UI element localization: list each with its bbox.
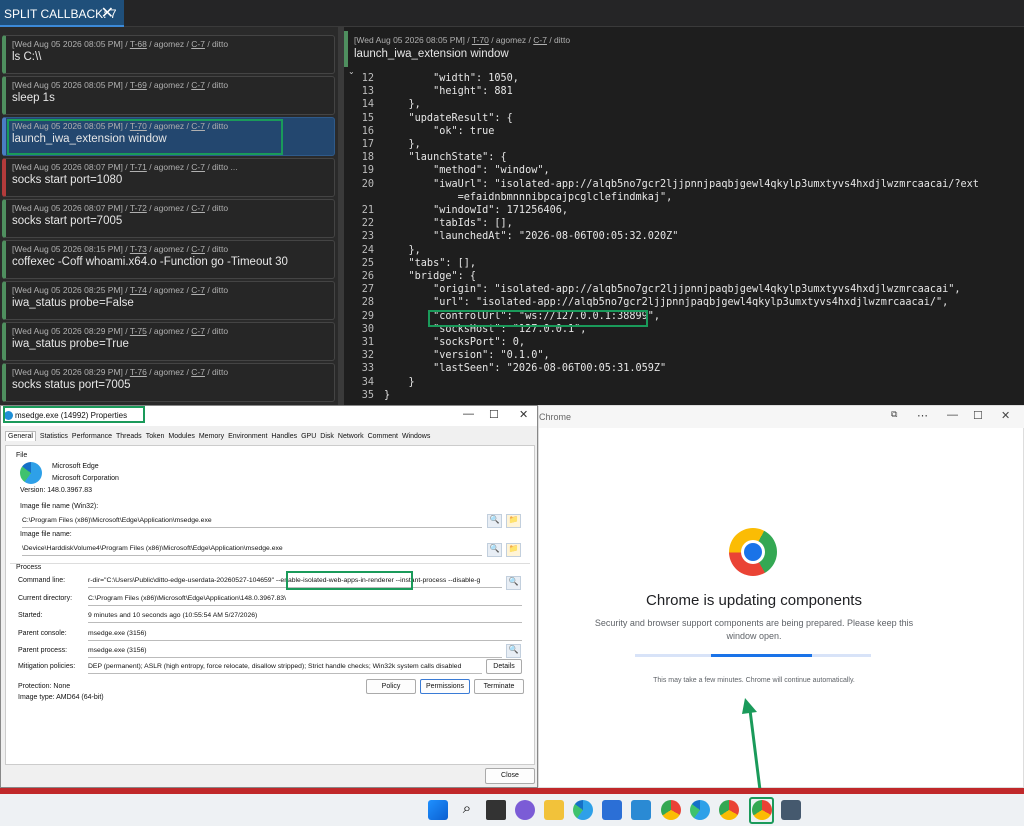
chrome-icon[interactable] [719,800,739,820]
vscode-icon[interactable] [631,800,651,820]
chrome-icon[interactable] [661,800,681,820]
store-icon[interactable] [602,800,622,820]
file-explorer-icon[interactable] [544,800,564,820]
edge-icon[interactable] [573,800,593,820]
start-icon[interactable] [428,800,448,820]
chrome-icon[interactable] [752,800,772,820]
taskbar: ⌕ [0,794,1024,826]
edge-icon[interactable] [690,800,710,820]
remote-desktop-icon[interactable] [781,800,801,820]
search-icon[interactable]: ⌕ [457,800,477,820]
chat-icon[interactable] [515,800,535,820]
annotation-arrow [742,698,762,791]
task-view-icon[interactable] [486,800,506,820]
